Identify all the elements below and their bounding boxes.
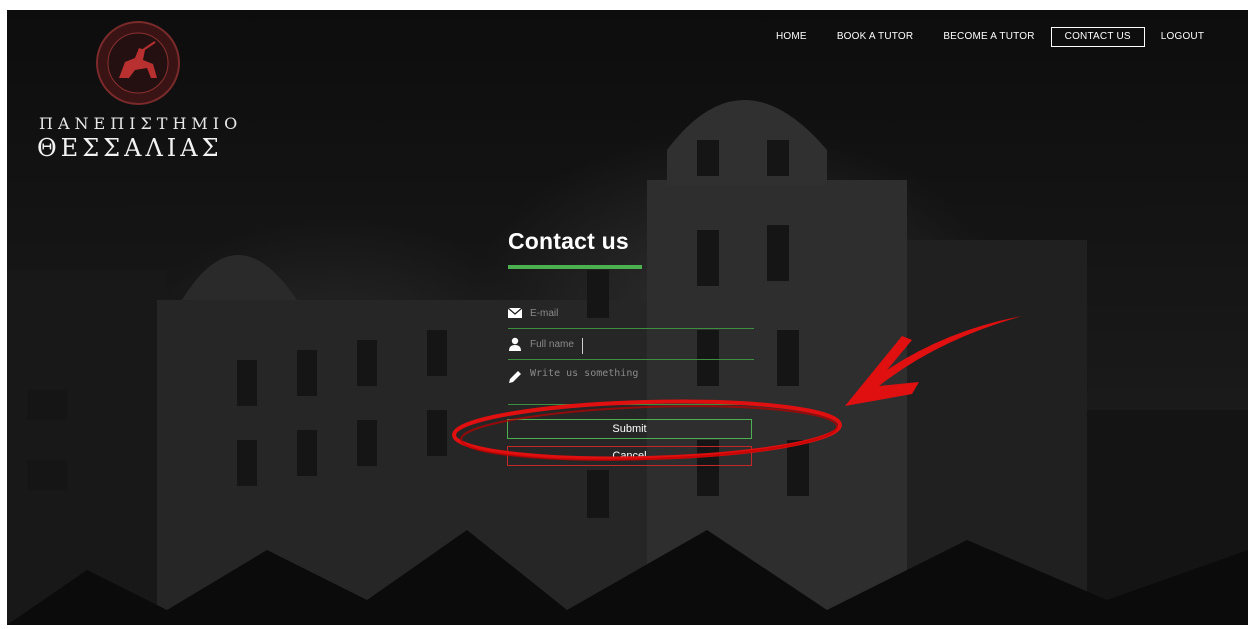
nav-book-a-tutor[interactable]: BOOK A TUTOR [823, 27, 928, 47]
logo-text-line2: ΘΕΣΣΑΛΙΑΣ [37, 134, 223, 162]
user-icon [509, 337, 521, 351]
submit-button[interactable]: Submit [507, 419, 752, 439]
university-logo[interactable]: ΠΑΝΕΠΙΣΤΗΜΙΟ ΘΕΣΣΑΛΙΑΣ [27, 16, 247, 166]
nav-become-a-tutor[interactable]: BECOME A TUTOR [929, 27, 1048, 47]
email-input[interactable] [530, 304, 750, 322]
nav-logout[interactable]: LOGOUT [1147, 27, 1218, 47]
fullname-input[interactable] [530, 335, 750, 353]
fullname-field [508, 331, 754, 360]
envelope-icon [508, 307, 522, 318]
nav-home[interactable]: HOME [762, 27, 821, 47]
main-nav: HOME BOOK A TUTOR BECOME A TUTOR CONTACT… [762, 26, 1220, 48]
nav-contact-us[interactable]: CONTACT US [1050, 27, 1145, 47]
title-underline [508, 265, 642, 269]
page-title: Contact us [508, 228, 629, 254]
university-seal-icon [96, 21, 180, 105]
email-field [508, 300, 754, 329]
message-field [508, 364, 754, 405]
logo-text-line1: ΠΑΝΕΠΙΣΤΗΜΙΟ [39, 114, 243, 133]
pencil-icon [509, 371, 521, 383]
cancel-button[interactable]: Cancel [507, 446, 752, 466]
page-background: ΠΑΝΕΠΙΣΤΗΜΙΟ ΘΕΣΣΑΛΙΑΣ HOME BOOK A TUTOR… [7, 10, 1248, 625]
message-textarea[interactable] [530, 368, 750, 388]
text-cursor [582, 338, 583, 354]
